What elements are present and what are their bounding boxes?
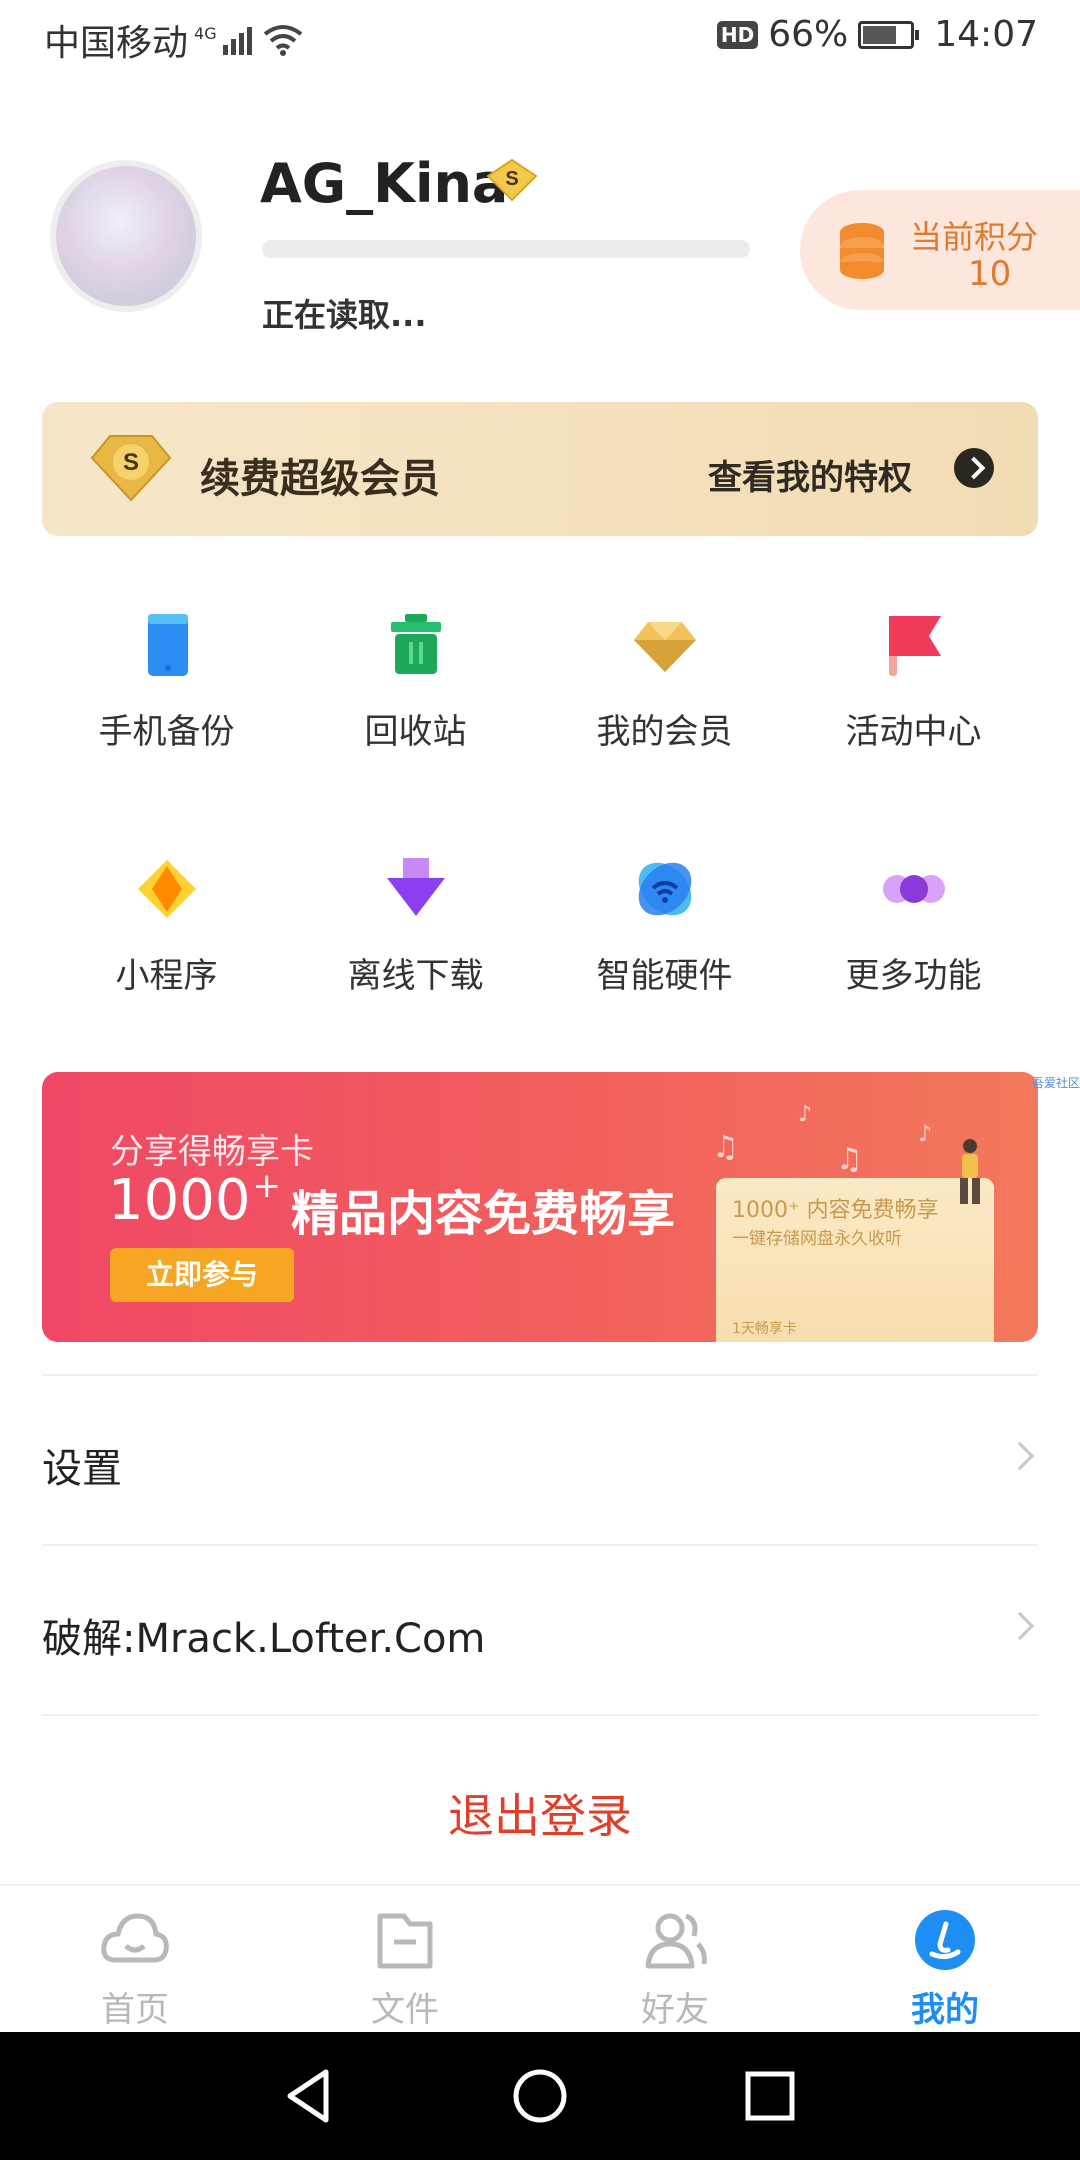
points-value: 10 [968, 254, 1012, 294]
grid-item-phone-backup[interactable]: 手机备份 [42, 600, 291, 844]
cloud-icon [101, 1913, 169, 1963]
crack-info-label: 破解:Mrack.Lofter.Com [42, 1616, 486, 1662]
grid-label: 手机备份 [98, 712, 235, 752]
more-dots-icon [883, 875, 945, 903]
music-note-icon: ♫ [712, 1130, 739, 1165]
points-pill[interactable]: 当前积分 10 [800, 190, 1080, 310]
tab-label: 我的 [911, 1990, 979, 2030]
feature-row-1: 手机备份 回收站 我的会员 活动中心 [42, 600, 1038, 844]
card-footer: 1天畅享卡 [732, 1321, 797, 1337]
diamond-icon [634, 622, 696, 672]
tab-mine[interactable]: 我的 [810, 1886, 1080, 2034]
system-nav-bar [0, 2032, 1080, 2160]
recycle-bin-icon [391, 614, 441, 674]
grid-label: 智能硬件 [596, 956, 733, 996]
battery-icon [858, 20, 920, 49]
grid-item-smart-hardware[interactable]: 智能硬件 [540, 844, 789, 1088]
corner-watermark: 吾爱社区 [1032, 1076, 1080, 1090]
signal-icon [222, 27, 252, 55]
hd-badge: HD [716, 20, 759, 49]
arrow-right-icon[interactable] [954, 448, 994, 488]
friends-icon [645, 1913, 707, 1969]
flag-icon [889, 616, 941, 676]
music-note-icon: ♫ [836, 1142, 863, 1177]
recents-icon[interactable] [740, 2066, 800, 2126]
vip-renew-title: 续费超级会员 [200, 456, 440, 502]
music-note-icon: ♪ [918, 1122, 933, 1147]
promo-banner[interactable]: 分享得畅享卡 1000 + 精品内容免费畅享 立即参与 ♫ ♪ ♫ ♪ 1000… [42, 1072, 1038, 1342]
tab-label: 首页 [101, 1990, 169, 2030]
profile-icon [915, 1910, 975, 1970]
status-right: HD 66% 14:07 [716, 14, 1038, 55]
loading-text: 正在读取... [262, 296, 427, 334]
home-icon[interactable] [510, 2066, 570, 2126]
status-left: 中国移动 4G [44, 14, 303, 66]
phone-backup-icon [148, 614, 188, 676]
grid-label: 小程序 [115, 956, 218, 996]
crack-info-row[interactable]: 破解:Mrack.Lofter.Com [42, 1546, 1038, 1714]
chevron-right-icon [1005, 1611, 1035, 1641]
mini-program-icon [138, 860, 196, 918]
vip-badge-letter: S [505, 168, 518, 190]
clock: 14:07 [934, 14, 1038, 55]
battery-fill [863, 25, 897, 44]
grid-label: 我的会员 [596, 712, 733, 752]
coin-stack-icon [840, 223, 884, 279]
settings-row[interactable]: 设置 [42, 1376, 1038, 1544]
battery-percent: 66% [768, 14, 849, 55]
super-vip-letter: S [123, 449, 139, 476]
music-note-icon: ♪ [798, 1102, 813, 1127]
tab-files[interactable]: 文件 [270, 1886, 540, 2034]
grid-item-activity-center[interactable]: 活动中心 [789, 600, 1038, 844]
vip-badge-icon[interactable]: S [486, 158, 538, 202]
promo-headline-text: 精品内容免费畅享 [291, 1186, 676, 1242]
card-line-2: 一键存储网盘永久收听 [732, 1229, 902, 1249]
chevron-right-icon [1005, 1441, 1035, 1471]
person-illustration-icon [960, 1139, 980, 1204]
status-bar: 中国移动 4G HD 66% 14:07 [0, 0, 1080, 72]
feature-row-2: 小程序 离线下载 智能硬件 更多功能 [42, 844, 1038, 1088]
tab-label: 好友 [641, 1990, 709, 2030]
points-label: 当前积分 [910, 218, 1039, 256]
smart-hardware-icon [638, 862, 692, 916]
promo-subtitle: 分享得畅享卡 [110, 1132, 314, 1172]
logout-button[interactable]: 退出登录 [0, 1780, 1080, 1846]
offline-download-icon [387, 858, 445, 916]
promo-number: 1000 [108, 1168, 251, 1233]
back-icon[interactable] [280, 2066, 340, 2126]
grid-label: 离线下载 [347, 956, 484, 996]
promo-plus: + [252, 1166, 282, 1206]
card-line-1: 1000⁺ 内容免费畅享 [732, 1198, 939, 1223]
grid-item-my-vip[interactable]: 我的会员 [540, 600, 789, 844]
feature-grid: 手机备份 回收站 我的会员 活动中心 小程序 离线下载 智能硬件 更多功能 [42, 600, 1038, 1088]
grid-item-recycle-bin[interactable]: 回收站 [291, 600, 540, 844]
tab-friends[interactable]: 好友 [540, 1886, 810, 2034]
grid-item-more-features[interactable]: 更多功能 [789, 844, 1038, 1088]
vip-renew-banner[interactable]: S 续费超级会员 查看我的特权 [42, 402, 1038, 536]
super-vip-icon: S [90, 435, 172, 502]
carrier-name: 中国移动 [44, 23, 189, 64]
grid-label: 活动中心 [845, 712, 982, 752]
folder-icon [377, 1913, 433, 1969]
storage-progress [262, 240, 750, 258]
settings-label: 设置 [42, 1446, 122, 1492]
grid-item-offline-download[interactable]: 离线下载 [291, 844, 540, 1088]
wifi-icon [263, 25, 302, 56]
grid-item-mini-program[interactable]: 小程序 [42, 844, 291, 1088]
grid-label: 回收站 [364, 712, 467, 752]
bottom-tab-bar: 首页 文件 好友 我的 [0, 1884, 1080, 2032]
tab-home[interactable]: 首页 [0, 1886, 270, 2034]
view-privileges-link[interactable]: 查看我的特权 [708, 450, 912, 499]
network-type: 4G [194, 23, 217, 43]
divider [42, 1714, 1038, 1716]
username[interactable]: AG_Kina [260, 152, 508, 215]
tab-label: 文件 [371, 1990, 439, 2030]
avatar[interactable] [50, 160, 202, 312]
promo-headline: 1000 + 精品内容免费畅享 [108, 1166, 676, 1244]
grid-label: 更多功能 [845, 956, 982, 996]
join-now-button[interactable]: 立即参与 [110, 1248, 294, 1302]
